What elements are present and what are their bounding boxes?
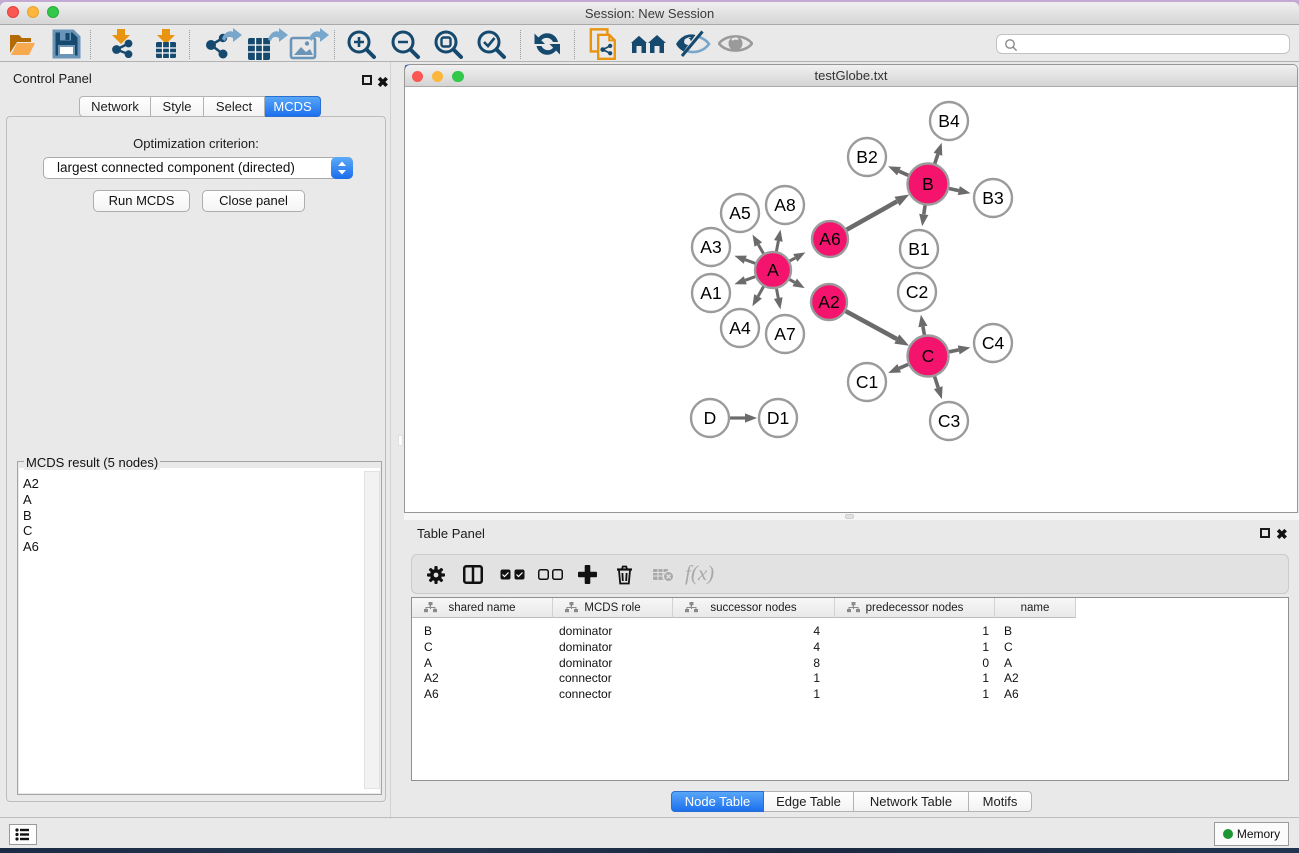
svg-text:C1: C1 bbox=[856, 372, 878, 392]
svg-text:C: C bbox=[922, 346, 935, 366]
svg-text:C3: C3 bbox=[938, 411, 960, 431]
svg-text:A7: A7 bbox=[774, 324, 795, 344]
svg-text:B4: B4 bbox=[938, 111, 960, 131]
svg-text:B3: B3 bbox=[982, 188, 1003, 208]
svg-text:A: A bbox=[767, 260, 779, 280]
svg-text:B: B bbox=[922, 174, 934, 194]
svg-text:C4: C4 bbox=[982, 333, 1005, 353]
svg-text:D1: D1 bbox=[767, 408, 789, 428]
svg-text:A3: A3 bbox=[700, 237, 721, 257]
svg-text:A4: A4 bbox=[729, 318, 751, 338]
svg-text:A6: A6 bbox=[819, 229, 840, 249]
svg-text:B2: B2 bbox=[856, 147, 877, 167]
svg-text:A5: A5 bbox=[729, 203, 750, 223]
svg-text:A8: A8 bbox=[774, 195, 795, 215]
svg-text:D: D bbox=[704, 408, 717, 428]
svg-text:B1: B1 bbox=[908, 239, 929, 259]
svg-text:A1: A1 bbox=[700, 283, 721, 303]
svg-text:C2: C2 bbox=[906, 282, 928, 302]
svg-text:A2: A2 bbox=[818, 292, 839, 312]
